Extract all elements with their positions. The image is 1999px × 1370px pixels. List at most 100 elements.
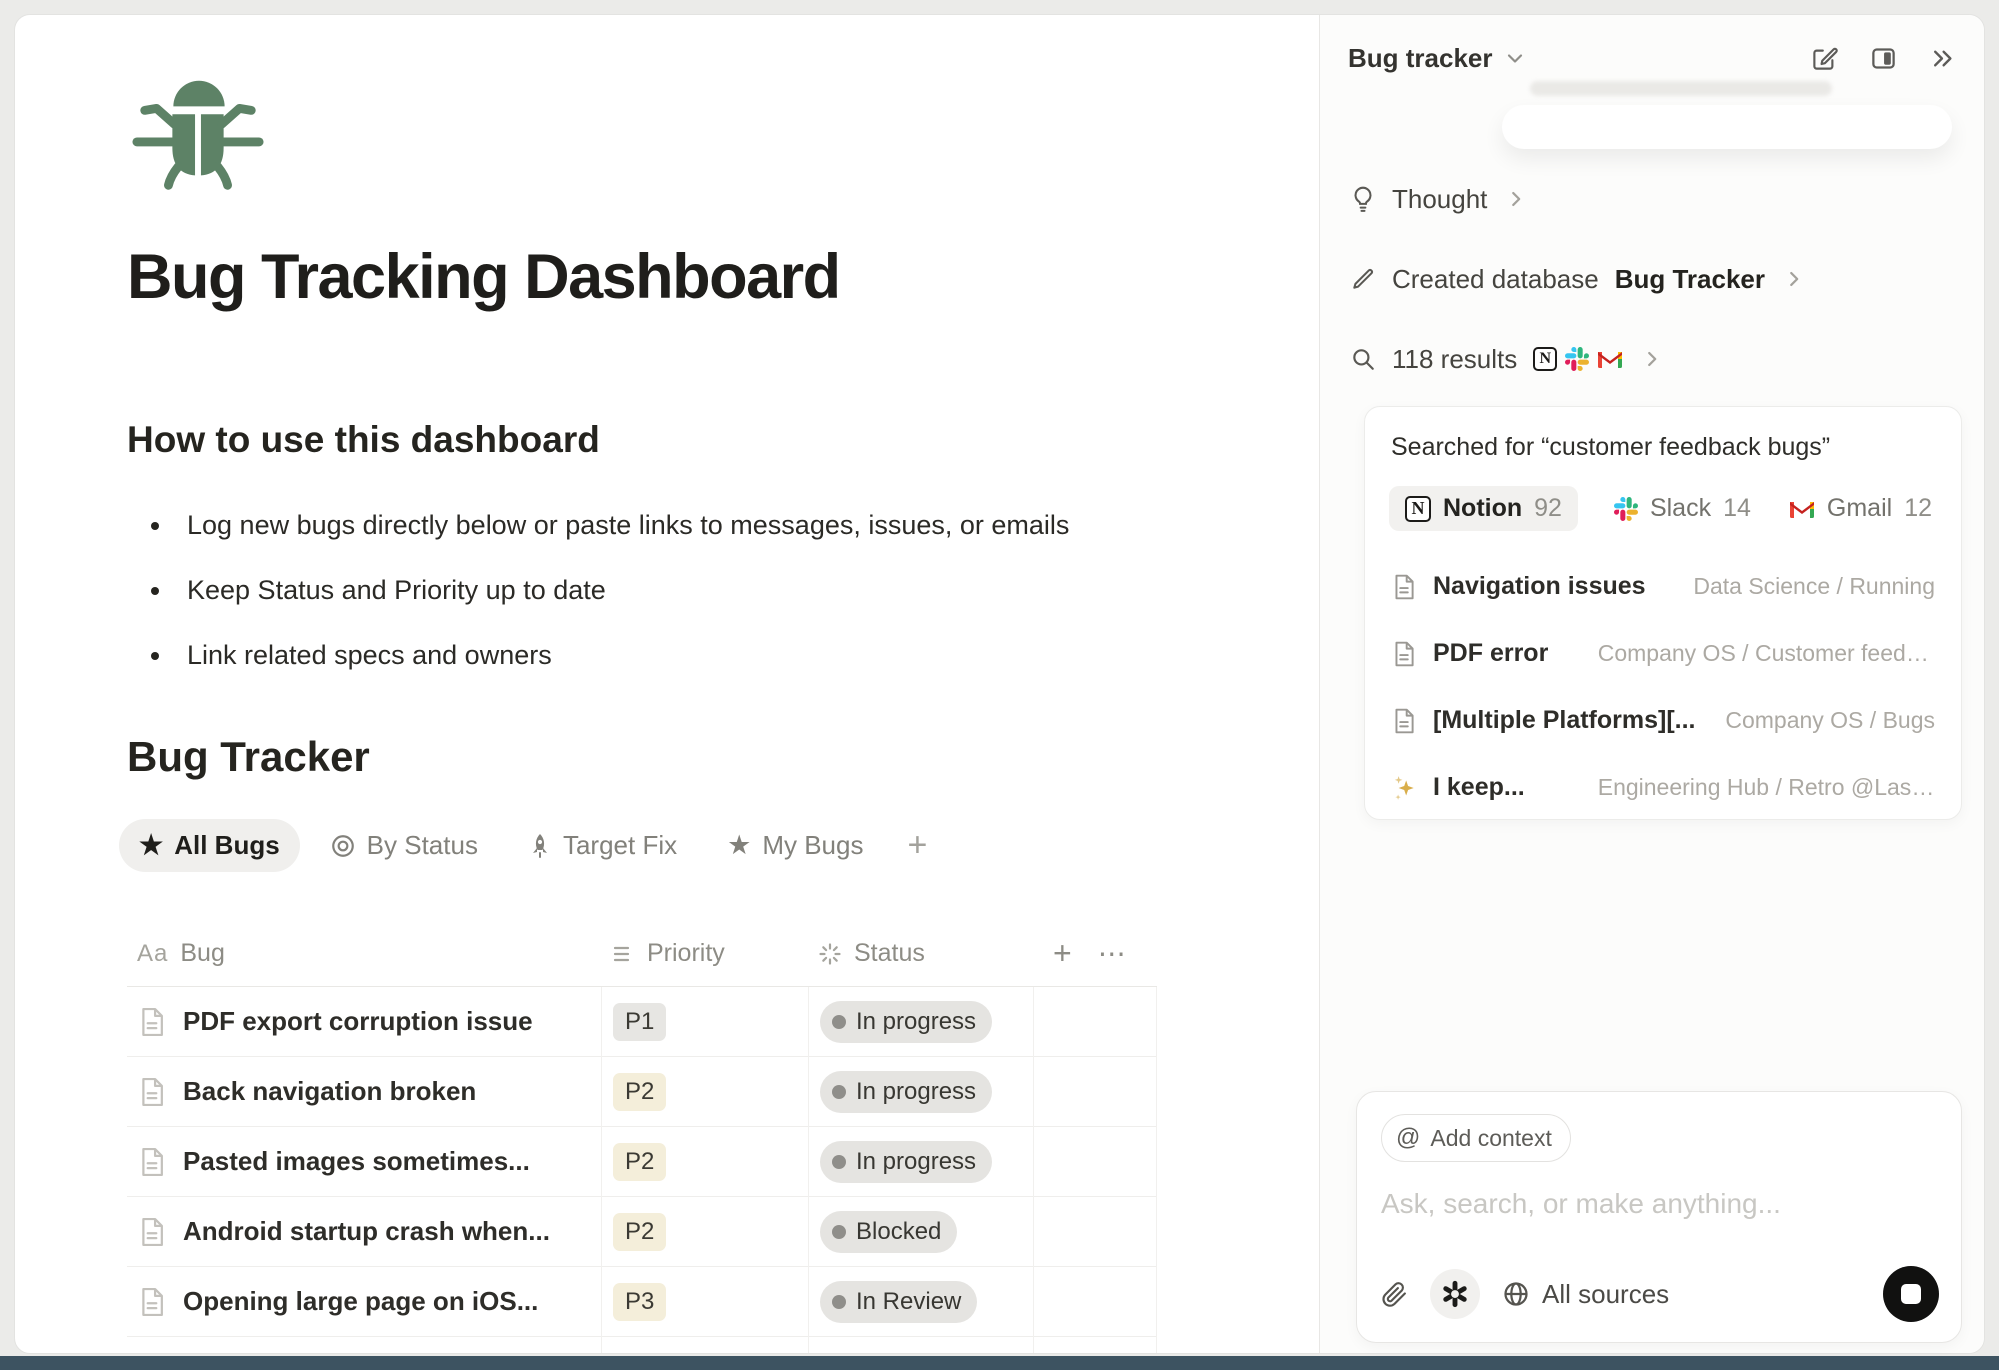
table-row[interactable]: Opening large page on iOS... P3 In Revie… bbox=[127, 1267, 1157, 1337]
add-view-button[interactable]: + bbox=[893, 826, 941, 865]
status-label: Blocked bbox=[856, 1218, 941, 1246]
status-badge[interactable]: In Review bbox=[820, 1281, 977, 1323]
search-card-title: Searched for “customer feedback bugs” bbox=[1391, 433, 1935, 462]
priority-badge[interactable]: P2 bbox=[613, 1143, 666, 1181]
bug-title: Opening large page on iOS... bbox=[183, 1286, 538, 1317]
status-badge[interactable]: In progress bbox=[820, 1001, 992, 1043]
search-result-row[interactable]: Navigation issues Data Science / Running bbox=[1391, 553, 1935, 620]
model-selector-button[interactable] bbox=[1430, 1269, 1480, 1319]
new-chat-icon[interactable] bbox=[1811, 45, 1838, 72]
source-tab-gmail[interactable]: Gmail 12 bbox=[1789, 494, 1932, 523]
column-header-bug[interactable]: Aa Bug bbox=[127, 939, 601, 968]
howto-list: Log new bugs directly below or paste lin… bbox=[127, 493, 1227, 688]
stop-button[interactable] bbox=[1883, 1266, 1939, 1322]
activity-label: Created database bbox=[1392, 264, 1599, 295]
activity-thought[interactable]: Thought bbox=[1350, 179, 1960, 219]
add-column-button[interactable]: + bbox=[1053, 935, 1072, 972]
chat-input[interactable]: Ask, search, or make anything... bbox=[1381, 1188, 1937, 1220]
status-label: In progress bbox=[856, 1078, 976, 1106]
priority-badge[interactable]: P2 bbox=[613, 1073, 666, 1111]
tab-label: Target Fix bbox=[563, 830, 677, 861]
search-result-row[interactable]: I keep... Engineering Hub / Retro @Last … bbox=[1391, 754, 1935, 821]
bug-head bbox=[173, 81, 224, 107]
priority-badge[interactable]: P1 bbox=[613, 1003, 666, 1041]
table-more-button[interactable]: ⋯ bbox=[1098, 937, 1128, 970]
tab-my-bugs[interactable]: ★ My Bugs bbox=[707, 819, 883, 872]
column-header-status[interactable]: Status bbox=[808, 939, 1033, 968]
toggle-panel-icon[interactable] bbox=[1870, 45, 1897, 72]
table-row[interactable]: Pasted images sometimes... P2 In progres… bbox=[127, 1127, 1157, 1197]
search-result-row[interactable]: PDF error Company OS / Customer feedback bbox=[1391, 620, 1935, 687]
source-name: Notion bbox=[1443, 494, 1522, 523]
list-item: Link related specs and owners bbox=[127, 623, 1227, 688]
status-label: In progress bbox=[856, 1148, 976, 1176]
source-tab-notion[interactable]: N Notion 92 bbox=[1389, 486, 1578, 531]
stop-icon bbox=[1901, 1284, 1921, 1304]
status-property-icon bbox=[818, 942, 842, 966]
activity-created-database[interactable]: Created database Bug Tracker bbox=[1350, 259, 1960, 299]
notion-icon: N bbox=[1533, 347, 1557, 371]
slack-icon bbox=[1565, 347, 1589, 371]
sidebar-title[interactable]: Bug tracker bbox=[1348, 43, 1493, 74]
ai-sidebar: Bug tracker bbox=[1319, 15, 1984, 1353]
rocket-icon bbox=[528, 833, 552, 859]
priority-badge[interactable]: P3 bbox=[613, 1283, 666, 1321]
status-dot bbox=[832, 1295, 846, 1309]
column-header-priority[interactable]: Priority bbox=[601, 939, 808, 968]
column-divider bbox=[808, 987, 809, 1353]
status-dot bbox=[832, 1225, 846, 1239]
select-property-icon bbox=[611, 942, 635, 966]
activity-search-results[interactable]: 118 results N bbox=[1350, 339, 1960, 379]
add-context-button[interactable]: @ Add context bbox=[1381, 1114, 1571, 1162]
main-content: Bug Tracking Dashboard How to use this d… bbox=[15, 15, 1319, 1353]
tab-by-status[interactable]: By Status bbox=[310, 819, 498, 872]
column-label: Status bbox=[854, 939, 925, 968]
source-name: Slack bbox=[1650, 494, 1711, 523]
table-row[interactable]: Back navigation broken P2 In progress bbox=[127, 1057, 1157, 1127]
sparkles-icon bbox=[1391, 774, 1417, 802]
gmail-icon bbox=[1597, 348, 1623, 370]
status-badge[interactable]: Blocked bbox=[820, 1211, 957, 1253]
composer-toolbar: All sources bbox=[1381, 1266, 1939, 1322]
ghost-text-line bbox=[1530, 81, 1832, 96]
bullet-dot bbox=[151, 652, 159, 660]
page-icon bbox=[137, 1006, 167, 1038]
pencil-icon bbox=[1350, 266, 1376, 292]
status-dot bbox=[832, 1155, 846, 1169]
status-badge[interactable]: In progress bbox=[820, 1071, 992, 1113]
tab-all-bugs[interactable]: ★ All Bugs bbox=[119, 819, 300, 872]
app-window: Bug Tracking Dashboard How to use this d… bbox=[14, 14, 1985, 1354]
page-icon bbox=[137, 1146, 167, 1178]
bug-page-icon[interactable] bbox=[129, 79, 267, 191]
page-icon bbox=[1391, 573, 1417, 601]
search-result-row[interactable]: [Multiple Platforms][... Company OS / Bu… bbox=[1391, 687, 1935, 754]
slack-icon bbox=[1614, 497, 1638, 521]
priority-badge[interactable]: P2 bbox=[613, 1213, 666, 1251]
tracker-heading: Bug Tracker bbox=[127, 733, 370, 781]
all-sources-label: All sources bbox=[1542, 1279, 1669, 1310]
tab-target-fix[interactable]: Target Fix bbox=[508, 819, 697, 872]
column-label: Bug bbox=[180, 939, 224, 968]
search-icon bbox=[1350, 346, 1376, 372]
status-badge[interactable]: In progress bbox=[820, 1141, 992, 1183]
table-row[interactable]: Android startup crash when... P2 Blocked bbox=[127, 1197, 1157, 1267]
result-breadcrumb: Company OS / Customer feedback bbox=[1598, 640, 1935, 667]
target-icon bbox=[330, 833, 356, 859]
chevron-right-icon bbox=[1505, 188, 1527, 210]
table-row[interactable]: PDF export corruption issue P1 In progre… bbox=[127, 987, 1157, 1057]
column-divider bbox=[1033, 987, 1034, 1353]
source-name: Gmail bbox=[1827, 494, 1892, 523]
at-icon: @ bbox=[1396, 1124, 1420, 1152]
screen: Bug Tracking Dashboard How to use this d… bbox=[0, 0, 1999, 1370]
bullet-text: Log new bugs directly below or paste lin… bbox=[187, 510, 1069, 541]
bug-title: Pasted images sometimes... bbox=[183, 1146, 530, 1177]
all-sources-button[interactable]: All sources bbox=[1502, 1279, 1669, 1310]
attachment-icon[interactable] bbox=[1381, 1281, 1408, 1308]
table-row-partial[interactable] bbox=[127, 1337, 1157, 1353]
activity-label: 118 results bbox=[1392, 344, 1517, 375]
page-icon bbox=[137, 1286, 167, 1318]
collapse-sidebar-icon[interactable] bbox=[1929, 45, 1956, 72]
source-tab-slack[interactable]: Slack 14 bbox=[1614, 494, 1751, 523]
chevron-down-icon[interactable] bbox=[1503, 46, 1527, 70]
status-label: In Review bbox=[856, 1288, 961, 1316]
